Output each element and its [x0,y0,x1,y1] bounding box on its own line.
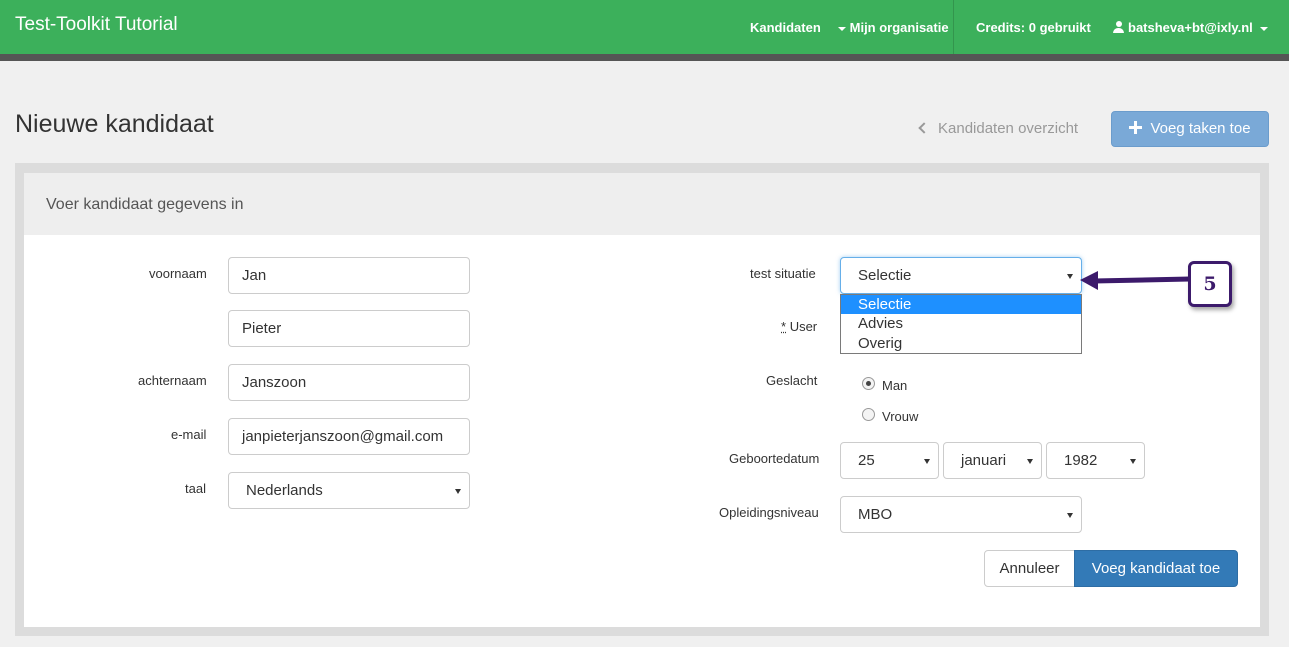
birth-month-select[interactable]: januari [943,442,1042,479]
step-badge: 5 [1188,261,1232,307]
nav-candidates[interactable]: Kandidaten [750,20,821,35]
callout-arrow-icon [1080,271,1191,290]
language-select-value: Nederlands [246,482,323,499]
email-label: e-mail [171,427,207,442]
education-select[interactable]: MBO [840,496,1082,533]
nav-organization[interactable]: Mijn organisatie [838,20,949,35]
education-label: Opleidingsniveau [719,505,819,520]
user-label: * User [781,319,817,334]
triangle-down-icon [1067,274,1073,279]
birthdate-label: Geboortedatum [729,451,820,466]
gender-option-vrouw[interactable]: Vrouw [882,409,918,424]
triangle-down-icon [924,459,930,464]
test-situation-dropdown-list: Selectie Advies Overig [840,294,1082,354]
test-situation-label: test situatie [750,266,816,281]
nav-user-label: batsheva+bt@ixly.nl [1128,20,1253,35]
firstname-input[interactable]: Jan [228,257,470,294]
caret-down-icon [1260,26,1269,31]
triangle-down-icon [1130,459,1136,464]
dropdown-option[interactable]: Overig [841,334,1081,353]
required-star: * [781,319,787,334]
add-tasks-button[interactable]: Voeg taken toe [1111,111,1269,147]
nav-user-menu[interactable]: batsheva+bt@ixly.nl [1113,20,1269,35]
nav-divider [953,0,954,54]
dropdown-option[interactable]: Advies [841,314,1081,333]
lastname-label: achternaam [138,373,207,388]
gender-radio-man[interactable] [862,377,875,390]
back-link-label: Kandidaten overzicht [938,120,1079,137]
user-label-text: User [789,319,818,334]
add-tasks-label: Voeg taken toe [1150,120,1251,137]
email-input[interactable]: janpieterjanszoon@gmail.com [228,418,470,455]
add-candidate-button[interactable]: Voeg kandidaat toe [1074,550,1238,587]
test-situation-select[interactable]: Selectie [840,257,1082,294]
dropdown-option[interactable]: Selectie [841,295,1081,315]
navbar-bottom-bar [0,54,1289,61]
test-situation-select-value: Selectie [858,267,912,284]
middlename-input[interactable]: Pieter [228,310,470,347]
triangle-down-icon [1027,459,1033,464]
gender-radio-vrouw[interactable] [862,408,875,421]
chevron-left-icon [918,122,930,134]
birth-year-select[interactable]: 1982 [1046,442,1145,479]
education-select-value: MBO [858,506,893,523]
lastname-input[interactable]: Janszoon [228,364,470,401]
plus-icon [1129,121,1143,134]
nav-credits: Credits: 0 gebruikt [976,20,1091,35]
triangle-down-icon [455,489,461,494]
birth-year-value: 1982 [1064,452,1098,469]
page-title: Nieuwe kandidaat [15,110,214,138]
birth-day-value: 25 [858,452,875,469]
brand-title[interactable]: Test-Toolkit Tutorial [15,14,178,36]
birth-day-select[interactable]: 25 [840,442,939,479]
triangle-down-icon [1067,513,1073,518]
firstname-label: voornaam [149,266,207,281]
nav-organization-label: Mijn organisatie [849,20,949,35]
language-label: taal [185,481,206,496]
gender-label: Geslacht [766,373,818,388]
back-to-candidates-link[interactable]: Kandidaten overzicht [918,120,1079,137]
caret-down-icon [838,26,846,31]
cancel-button[interactable]: Annuleer [984,550,1075,587]
birth-month-value: januari [961,452,1007,469]
user-icon [1113,21,1124,33]
language-select[interactable]: Nederlands [228,472,470,509]
top-navbar: Test-Toolkit Tutorial Kandidaten Mijn or… [0,0,1289,54]
gender-option-man[interactable]: Man [882,378,907,393]
panel-heading-text: Voer kandidaat gegevens in [46,196,244,213]
